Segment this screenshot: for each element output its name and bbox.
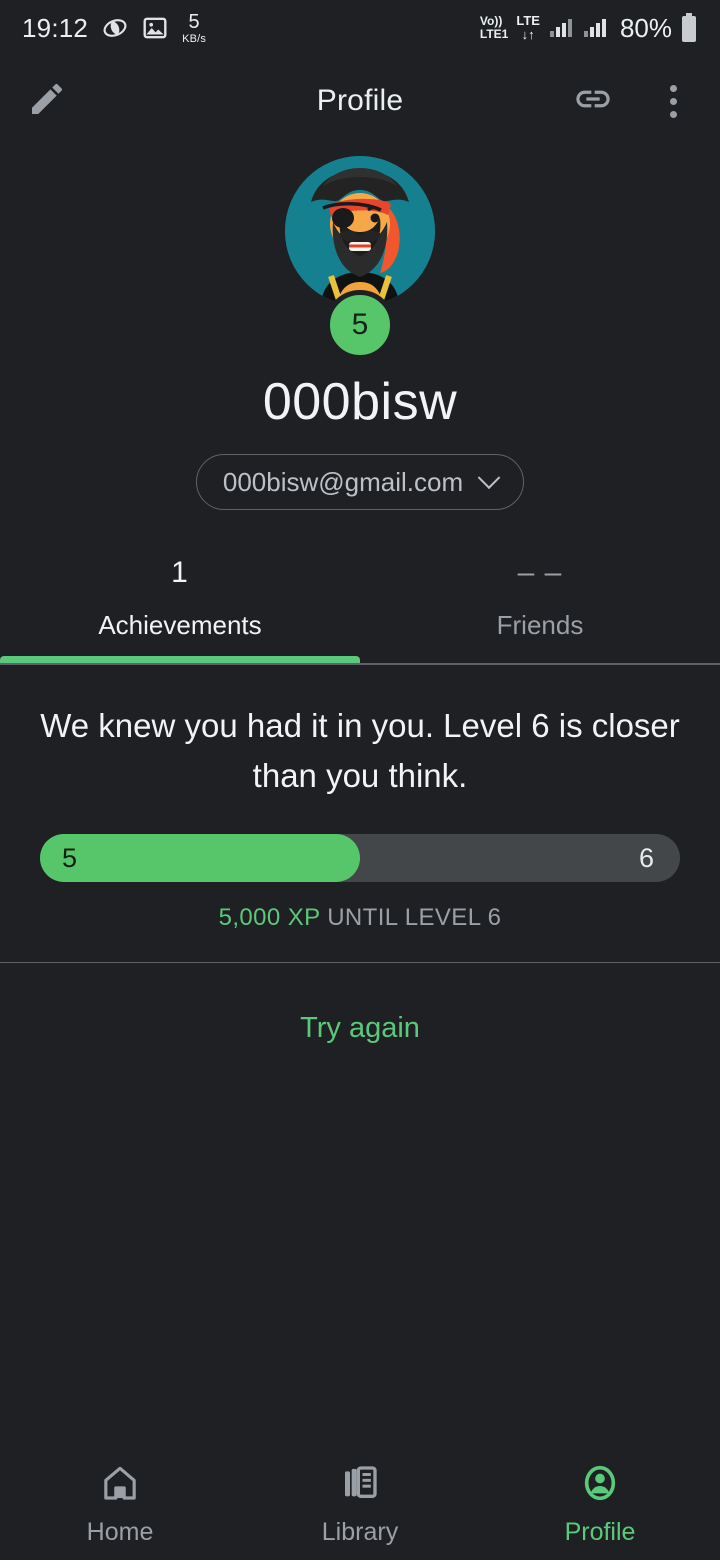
- battery-percent: 80%: [619, 12, 672, 43]
- app-bar-actions: [570, 78, 696, 124]
- level-progress-card: We knew you had it in you. Level 6 is cl…: [0, 665, 720, 962]
- level-progress-row: 5 6 5,000 XP UNTIL LEVEL 6: [40, 834, 680, 932]
- profile-tabs: 1 Achievements – – Friends: [0, 556, 720, 663]
- opera-icon: [102, 15, 128, 41]
- xp-remaining-line: 5,000 XP UNTIL LEVEL 6: [40, 904, 680, 932]
- nav-item-library-label: Library: [321, 1518, 399, 1546]
- lte-indicator: LTE ↓↑: [516, 14, 540, 41]
- level-message: We knew you had it in you. Level 6 is cl…: [40, 707, 680, 794]
- share-link-button[interactable]: [570, 78, 616, 124]
- nav-item-profile-label: Profile: [564, 1518, 636, 1546]
- avatar[interactable]: [285, 156, 435, 306]
- network-speed: 5 KB/s: [182, 12, 206, 45]
- tab-achievements[interactable]: 1 Achievements: [0, 556, 360, 663]
- battery-icon: [680, 13, 698, 43]
- tab-friends-label: Friends: [496, 610, 584, 640]
- volte-indicator: Vo)) LTE1: [480, 15, 508, 40]
- level-badge: 5: [325, 290, 395, 360]
- overflow-menu-icon: [669, 84, 677, 118]
- signal-icon: [548, 17, 574, 39]
- status-bar: 19:12 5 KB/s Vo)) LTE1 LTE ↓↑ 80%: [0, 0, 720, 56]
- current-level-label: 5: [62, 842, 78, 873]
- home-icon: [100, 1463, 140, 1508]
- status-bar-clock: 19:12: [22, 12, 89, 43]
- lte-label: LTE: [516, 13, 540, 29]
- account-switcher-chip[interactable]: 000bisw@gmail.com: [195, 454, 525, 510]
- nav-item-home-label: Home: [86, 1518, 154, 1546]
- nav-item-library[interactable]: Library: [240, 1463, 480, 1547]
- tab-active-indicator: [0, 656, 360, 663]
- library-icon: [340, 1463, 380, 1508]
- bottom-navigation: Home Library Profile: [0, 1450, 720, 1560]
- level-progress-bar: 5 6: [40, 834, 680, 882]
- status-bar-right: Vo)) LTE1 LTE ↓↑ 80%: [480, 13, 698, 44]
- friends-count: – –: [517, 556, 563, 589]
- account-email: 000bisw@gmail.com: [222, 466, 464, 497]
- xp-amount: 5,000 XP: [218, 904, 321, 931]
- xp-until-label: UNTIL LEVEL 6: [327, 904, 502, 931]
- tab-achievements-label: Achievements: [98, 610, 262, 640]
- error-retry-section: Try again: [0, 963, 720, 1093]
- chevron-down-icon: [477, 466, 501, 490]
- signal-icon: [582, 17, 608, 39]
- username: 000bisw: [262, 373, 458, 431]
- achievements-count: 1: [171, 556, 189, 589]
- avatar-section: 5: [0, 156, 720, 360]
- level-progress-fill: [40, 834, 360, 882]
- nav-item-home[interactable]: Home: [0, 1463, 240, 1547]
- next-level-label: 6: [638, 842, 654, 873]
- image-icon: [142, 15, 168, 41]
- network-speed-unit: KB/s: [182, 32, 207, 45]
- tab-friends[interactable]: – – Friends: [360, 556, 720, 663]
- app-bar: Profile: [0, 56, 720, 146]
- email-chip-row: 000bisw@gmail.com: [0, 454, 720, 510]
- link-icon: [573, 79, 613, 124]
- more-options-button[interactable]: [650, 78, 696, 124]
- volte-bottom-label: LTE1: [479, 27, 509, 41]
- profile-icon: [580, 1463, 620, 1508]
- nav-item-profile[interactable]: Profile: [480, 1463, 720, 1547]
- data-arrows-icon: ↓↑: [521, 27, 535, 42]
- network-speed-value: 5: [188, 10, 200, 33]
- status-bar-left: 19:12 5 KB/s: [22, 12, 206, 45]
- try-again-button[interactable]: Try again: [300, 1012, 420, 1045]
- pirate-avatar-icon: [285, 156, 435, 306]
